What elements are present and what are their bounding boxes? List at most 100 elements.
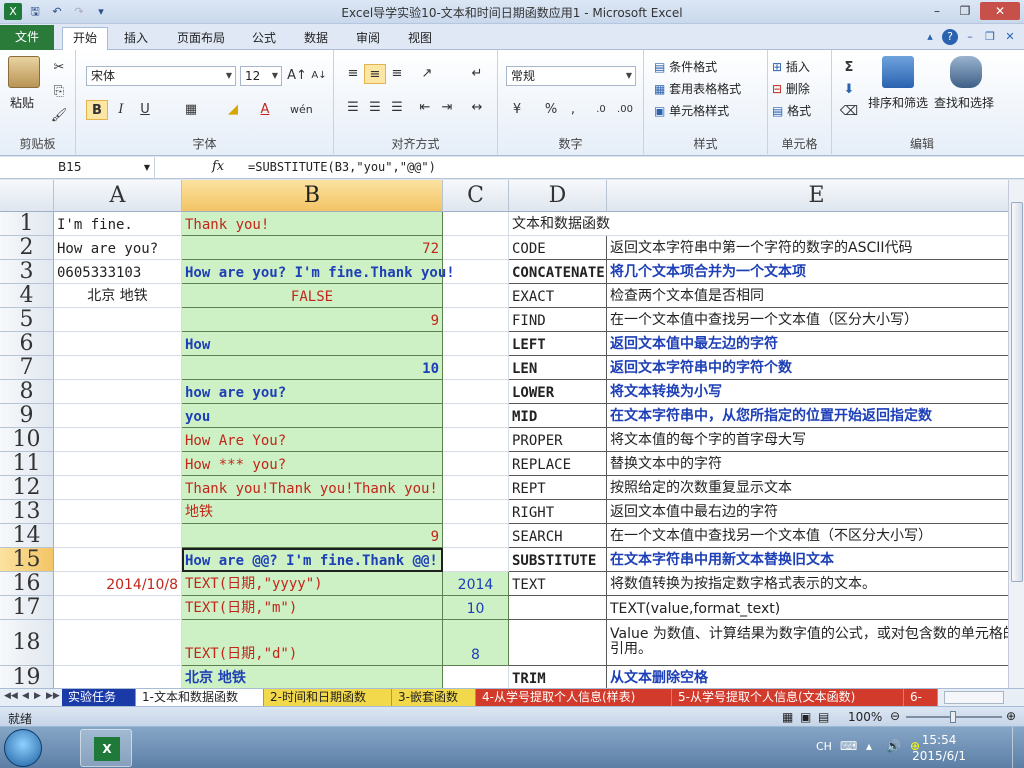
align-top-icon[interactable]: ≡ [342,64,364,84]
cell-c9[interactable] [443,404,509,428]
cell-c7[interactable] [443,356,509,380]
cell-e4[interactable]: 检查两个文本值是否相同 [607,284,1008,308]
cell-d6[interactable]: LEFT [509,332,607,356]
row-header[interactable]: 7 [0,356,54,380]
number-format-combo[interactable]: 常规 ▼ [506,66,636,86]
cell-a11[interactable] [54,452,182,476]
cell-b17[interactable]: TEXT(日期,"m") [182,596,443,620]
last-sheet-icon[interactable]: ▶▶ [46,691,60,701]
font-size-combo[interactable]: 12 ▼ [240,66,282,86]
sheet-tab-2[interactable]: 2-时间和日期函数 [264,689,392,706]
italic-icon[interactable]: I [110,100,132,120]
format-painter-icon[interactable]: 🖌 [48,106,70,126]
cell-d16[interactable]: TEXT [509,572,607,596]
cell-e3[interactable]: 将几个文本项合并为一个文本项 [607,260,1008,284]
cell-d5[interactable]: FIND [509,308,607,332]
row-header[interactable]: 19 [0,666,54,688]
cell-e17[interactable]: TEXT(value,format_text) [607,596,1008,620]
vertical-scrollbar[interactable] [1008,180,1024,688]
row-header[interactable]: 10 [0,428,54,452]
align-left-icon[interactable]: ☰ [342,98,364,118]
cell-c13[interactable] [443,500,509,524]
cell-b5[interactable]: 9 [182,308,443,332]
format-cells-button[interactable]: ▤ 格式 [772,102,811,119]
autosum-icon[interactable]: Σ [838,58,860,78]
currency-icon[interactable]: ¥ [506,100,528,120]
restore-icon[interactable]: ❐ [952,2,978,20]
close-icon[interactable]: ✕ [980,2,1020,20]
tab-review[interactable]: 审阅 [348,28,388,50]
cell-a16[interactable]: 2014/10/8 [54,572,182,596]
phonetic-icon[interactable]: wén [290,100,313,120]
cell-d3[interactable]: CONCATENATE [509,260,607,284]
workbook-restore-icon[interactable]: ❐ [982,29,998,45]
volume-icon[interactable]: 🔊 [886,739,901,753]
fill-icon[interactable]: ⬇ [838,80,860,100]
workbook-close-icon[interactable]: ✕ [1002,29,1018,45]
decrease-decimal-icon[interactable]: .00 [614,100,636,120]
vertical-scroll-thumb[interactable] [1011,202,1023,582]
cell-c18[interactable]: 8 [443,620,509,666]
cell-d7[interactable]: LEN [509,356,607,380]
cell-d4[interactable]: EXACT [509,284,607,308]
cell-d12[interactable]: REPT [509,476,607,500]
cell-styles-button[interactable]: ▣ 单元格样式 [654,102,729,119]
row-header[interactable]: 2 [0,236,54,260]
next-sheet-icon[interactable]: ▶ [34,691,41,701]
row-header[interactable]: 1 [0,212,54,236]
sort-filter-icon[interactable] [882,56,914,88]
tab-home[interactable]: 开始 [62,27,108,51]
find-select-button[interactable]: 查找和选择 [934,94,994,111]
collapse-ribbon-icon[interactable]: ▴ [922,29,938,45]
cell-d14[interactable]: SEARCH [509,524,607,548]
system-clock[interactable]: 15:54 2015/6/1 [912,732,966,764]
cell-b10[interactable]: How Are You? [182,428,443,452]
row-header[interactable]: 13 [0,500,54,524]
name-box[interactable]: B15 ▼ [0,157,155,178]
comma-icon[interactable]: , [562,100,584,120]
tab-data[interactable]: 数据 [296,28,336,50]
cell-a4[interactable]: 北京 地铁 [54,284,182,308]
page-break-view-icon[interactable]: ▤ [818,710,829,724]
fill-color-icon[interactable]: ◢ [222,100,244,120]
cell-c15[interactable] [443,548,509,572]
bold-icon[interactable]: B [86,100,108,120]
row-header[interactable]: 11 [0,452,54,476]
cell-c4[interactable] [443,284,509,308]
cell-c14[interactable] [443,524,509,548]
cell-a5[interactable] [54,308,182,332]
cell-d10[interactable]: PROPER [509,428,607,452]
help-icon[interactable]: ? [942,29,958,45]
cell-a7[interactable] [54,356,182,380]
cell-b6[interactable]: How [182,332,443,356]
cell-b1[interactable]: Thank you! [182,212,443,236]
cell-d17[interactable] [509,596,607,620]
cell-a15[interactable] [54,548,182,572]
cell-e12[interactable]: 按照给定的次数重复显示文本 [607,476,1008,500]
shrink-font-icon[interactable]: A↓ [308,66,330,86]
column-header-a[interactable]: A [54,180,182,212]
sheet-tab-0[interactable]: 实验任务 [62,689,136,706]
first-sheet-icon[interactable]: ◀◀ [4,691,18,701]
horizontal-scrollbar[interactable] [944,691,1004,704]
tab-page-layout[interactable]: 页面布局 [168,28,234,50]
zoom-level[interactable]: 100% [848,710,882,724]
increase-indent-icon[interactable]: ⇥ [436,98,458,118]
normal-view-icon[interactable]: ▦ [782,710,793,724]
cell-b3[interactable]: How are you? I'm fine.Thank you! [182,260,455,284]
cell-c2[interactable] [443,236,509,260]
excel-taskbar-button[interactable]: X [80,729,132,767]
cell-c1[interactable] [443,212,509,236]
row-header[interactable]: 14 [0,524,54,548]
merge-center-icon[interactable]: ↔ [466,98,488,118]
column-header-d[interactable]: D [509,180,607,212]
worksheet-grid[interactable]: A B C D E 1 I'm fine. Thank you! 文本和数据函数 2 How are… [0,180,1008,688]
cell-b12[interactable]: Thank you!Thank you!Thank you! [182,476,443,500]
cell-d11[interactable]: REPLACE [509,452,607,476]
delete-cells-button[interactable]: ⊟ 删除 [772,80,810,97]
cell-e5[interactable]: 在一个文本值中查找另一个文本值（区分大小写） [607,308,1008,332]
sort-filter-button[interactable]: 排序和筛选 [868,94,928,111]
row-header[interactable]: 12 [0,476,54,500]
zoom-in-icon[interactable]: ⊕ [1006,709,1016,723]
decrease-indent-icon[interactable]: ⇤ [414,98,436,118]
